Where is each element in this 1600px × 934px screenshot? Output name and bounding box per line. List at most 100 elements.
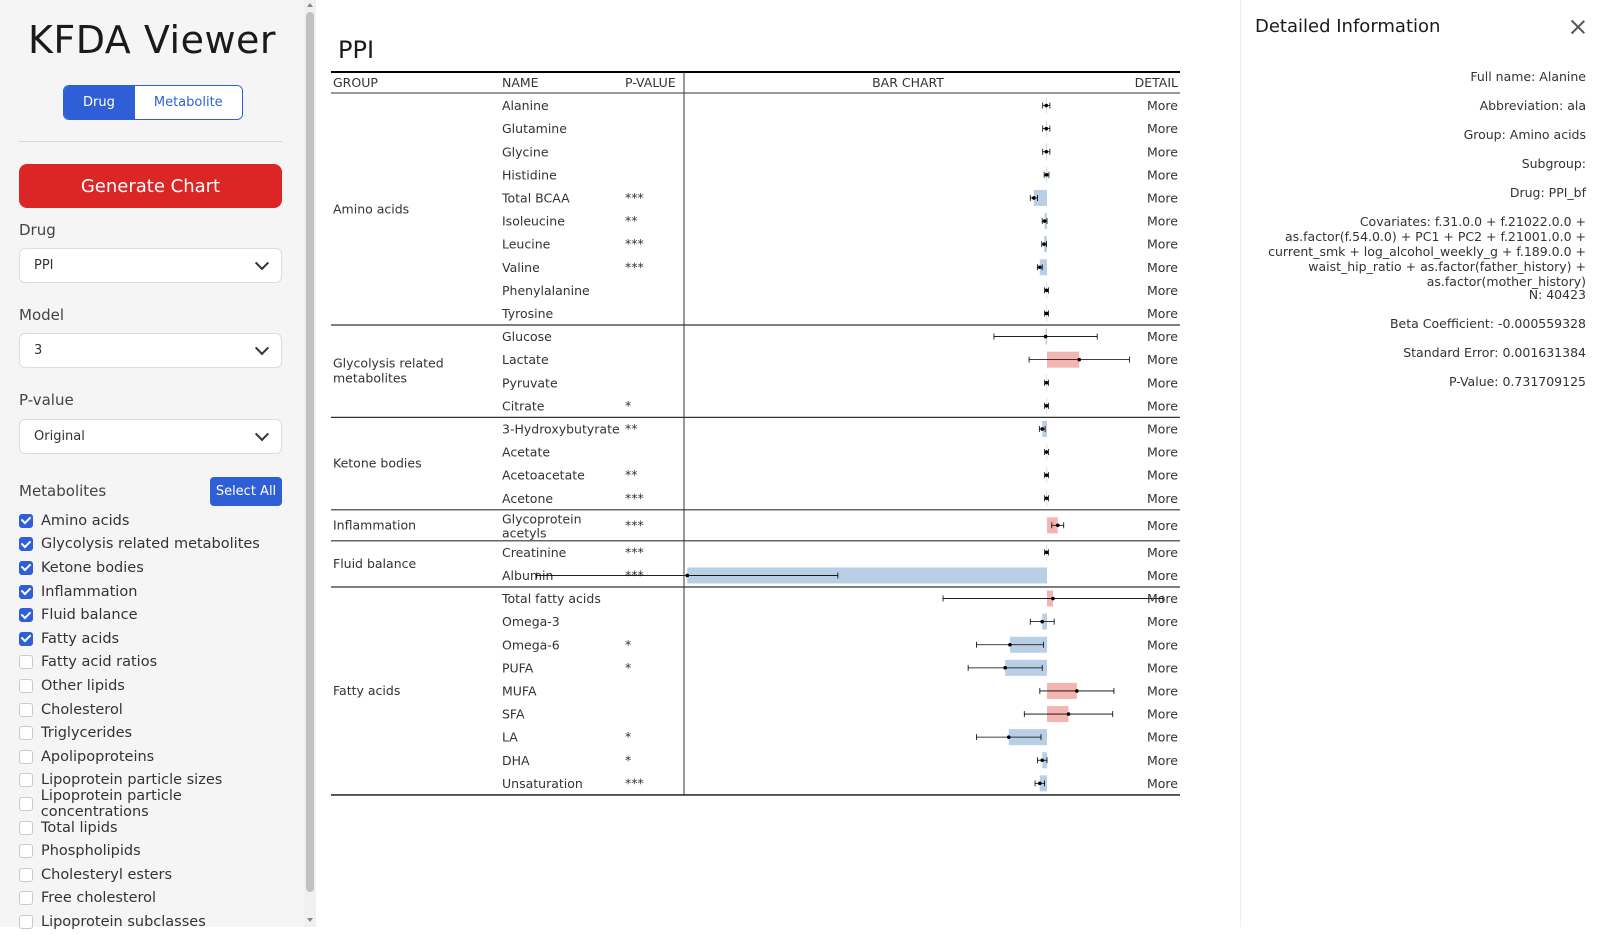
more-link[interactable]: More — [1147, 707, 1178, 722]
checkbox[interactable] — [19, 702, 33, 717]
checkbox[interactable] — [19, 584, 33, 599]
checkbox[interactable] — [19, 726, 33, 741]
more-link[interactable]: More — [1147, 683, 1178, 698]
significance-stars: *** — [625, 775, 644, 790]
close-icon[interactable] — [1569, 18, 1587, 36]
metabolite-checkbox-item[interactable]: Cholesterol — [19, 698, 289, 722]
checkbox[interactable] — [19, 867, 33, 882]
metabolite-name: MUFA — [502, 683, 537, 698]
pvalue-select[interactable]: Original — [19, 419, 282, 454]
more-link[interactable]: More — [1147, 121, 1178, 136]
point-estimate — [685, 573, 690, 578]
more-link[interactable]: More — [1147, 491, 1178, 506]
metabolite-name: DHA — [502, 753, 530, 768]
metabolite-name: Leucine — [502, 237, 551, 252]
more-link[interactable]: More — [1147, 283, 1178, 298]
metabolite-checkbox-item[interactable]: Lipoprotein subclasses — [19, 910, 289, 934]
checkbox[interactable] — [19, 820, 33, 835]
more-link[interactable]: More — [1147, 306, 1178, 321]
metabolite-checkbox-item[interactable]: Free cholesterol — [19, 887, 289, 911]
checkbox[interactable] — [19, 655, 33, 670]
more-link[interactable]: More — [1147, 637, 1178, 652]
metabolite-checkbox-item[interactable]: Phospholipids — [19, 839, 289, 863]
more-link[interactable]: More — [1147, 375, 1178, 390]
scroll-up-icon[interactable] — [307, 3, 313, 7]
scrollbar-thumb[interactable] — [306, 12, 314, 892]
point-estimate — [1006, 735, 1011, 739]
drug-tab[interactable]: Drug — [64, 86, 135, 119]
checkbox[interactable] — [19, 537, 33, 552]
model-select[interactable]: 3 — [19, 333, 282, 368]
more-link[interactable]: More — [1147, 445, 1178, 460]
metabolite-checkbox-item[interactable]: Apolipoproteins — [19, 745, 289, 769]
more-link[interactable]: More — [1147, 260, 1178, 275]
more-link[interactable]: More — [1147, 753, 1178, 768]
more-link[interactable]: More — [1147, 468, 1178, 483]
chevron-down-icon — [254, 340, 270, 355]
metabolite-checkbox-item[interactable]: Ketone bodies — [19, 556, 289, 580]
metabolite-checkbox-item[interactable]: Cholesteryl esters — [19, 863, 289, 887]
forest-plot-table: GROUP NAME P-VALUE BAR CHART DETAIL Amino aci… — [331, 71, 1180, 796]
more-link[interactable]: More — [1147, 591, 1178, 606]
metabolite-name: PUFA — [502, 660, 534, 675]
checkbox[interactable] — [19, 844, 33, 859]
metabolite-checkbox-item[interactable]: Fatty acids — [19, 627, 289, 651]
metabolite-checkbox-label: Other lipids — [41, 677, 125, 694]
metabolite-checkbox-item[interactable]: Fatty acid ratios — [19, 651, 289, 675]
checkbox[interactable] — [19, 891, 33, 906]
metabolite-tab[interactable]: Metabolite — [134, 86, 242, 119]
point-estimate — [1042, 219, 1047, 223]
point-estimate — [1051, 596, 1055, 601]
checkbox[interactable] — [19, 749, 33, 764]
more-link[interactable]: More — [1147, 776, 1178, 791]
sidebar-scrollbar[interactable] — [304, 0, 316, 927]
more-link[interactable]: More — [1147, 518, 1178, 533]
scroll-down-icon[interactable] — [307, 918, 313, 922]
drug-select-value: PPI — [34, 258, 54, 273]
metabolite-checkbox-label: Triglycerides — [41, 725, 133, 742]
select-all-button[interactable]: Select All — [210, 477, 282, 506]
checkbox[interactable] — [19, 773, 33, 788]
metabolite-checkbox-label: Fatty acid ratios — [41, 654, 158, 671]
more-link[interactable]: More — [1147, 545, 1178, 560]
checkbox[interactable] — [19, 608, 33, 623]
drug-select[interactable]: PPI — [19, 248, 282, 283]
metabolite-checkbox-item[interactable]: Glycolysis related metabolites — [19, 533, 289, 557]
more-link[interactable]: More — [1147, 421, 1178, 436]
more-link[interactable]: More — [1147, 329, 1178, 344]
detail-title: Detailed Information — [1255, 16, 1441, 37]
more-link[interactable]: More — [1147, 352, 1178, 367]
detail-n: N: 40423 — [1528, 287, 1586, 302]
metabolite-checkbox-label: Lipoprotein particle concentrations — [40, 787, 182, 820]
metabolite-checkbox-item[interactable]: Other lipids — [19, 674, 289, 698]
metabolite-checkbox-item[interactable]: Amino acids — [19, 509, 289, 533]
metabolite-name: SFA — [502, 707, 525, 722]
checkbox[interactable] — [19, 560, 33, 575]
more-link[interactable]: More — [1147, 167, 1178, 182]
detail-abbreviation: Abbreviation: ala — [1479, 98, 1586, 113]
generate-chart-button[interactable]: Generate Chart — [19, 164, 282, 208]
pvalue-label: P-value — [19, 391, 74, 409]
checkbox[interactable] — [19, 631, 33, 646]
more-link[interactable]: More — [1147, 614, 1178, 629]
metabolite-checkbox-item[interactable]: Triglycerides — [19, 721, 289, 745]
metabolite-checkbox-item[interactable]: Lipoprotein particle concentrations — [19, 788, 289, 820]
detail-pvalue: P-Value: 0.731709125 — [1448, 374, 1586, 389]
more-link[interactable]: More — [1147, 660, 1178, 675]
more-link[interactable]: More — [1147, 98, 1178, 113]
metabolite-checkbox-label: Ketone bodies — [41, 559, 144, 576]
more-link[interactable]: More — [1147, 398, 1178, 413]
more-link[interactable]: More — [1147, 214, 1178, 229]
checkbox[interactable] — [19, 678, 33, 693]
more-link[interactable]: More — [1147, 144, 1178, 159]
more-link[interactable]: More — [1147, 568, 1178, 583]
checkbox[interactable] — [19, 513, 33, 528]
metabolite-checkbox-item[interactable]: Inflammation — [19, 580, 289, 604]
metabolite-checkbox-item[interactable]: Fluid balance — [19, 603, 289, 627]
metabolite-name: Lactate — [502, 352, 549, 367]
checkbox[interactable] — [19, 796, 33, 811]
more-link[interactable]: More — [1147, 190, 1178, 205]
point-estimate — [1044, 473, 1049, 477]
more-link[interactable]: More — [1147, 237, 1178, 252]
more-link[interactable]: More — [1147, 730, 1178, 745]
